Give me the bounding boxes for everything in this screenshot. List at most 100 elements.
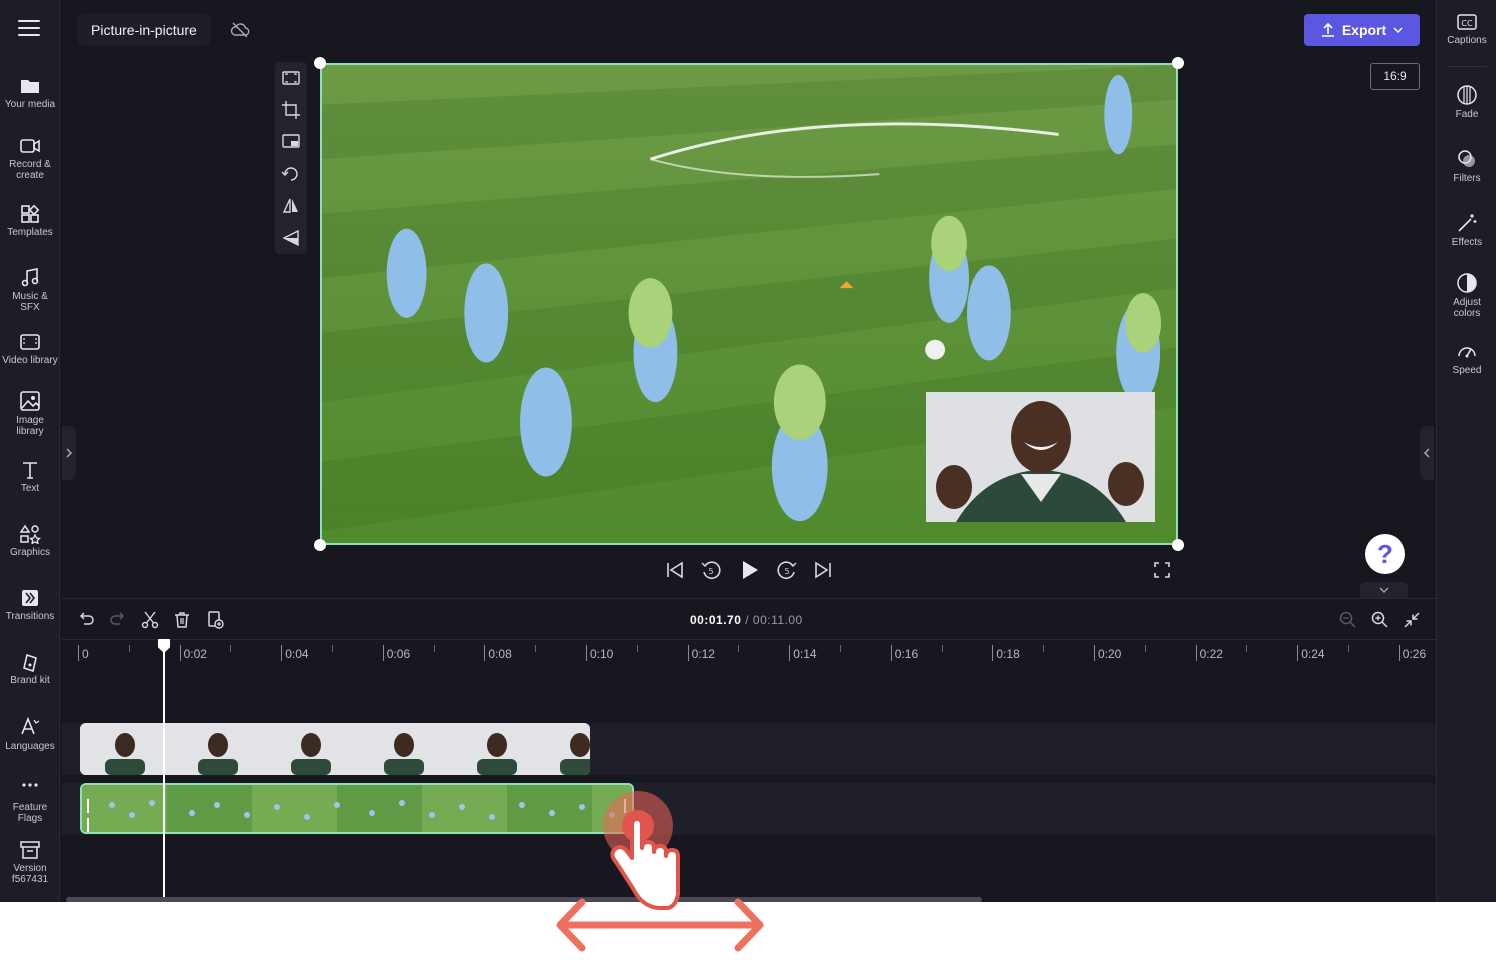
collapse-timeline-button[interactable] — [1360, 582, 1408, 598]
timeline-scrollbar[interactable] — [66, 897, 982, 902]
languages-icon — [21, 716, 40, 735]
nav-video-library[interactable]: Video library — [0, 332, 60, 366]
menu-icon[interactable] — [18, 20, 40, 38]
ruler-label: 0:12 — [691, 647, 715, 661]
pip-clip-thumbnails — [80, 723, 590, 775]
export-button[interactable]: Export — [1304, 14, 1420, 46]
nav-text[interactable]: Text — [0, 460, 60, 494]
ruler-minor-tick — [332, 645, 333, 652]
nav-label: Captions — [1447, 35, 1487, 46]
resize-handle-top-right[interactable] — [1172, 57, 1184, 69]
current-time: 00:01.70 — [690, 613, 742, 627]
ruler-label: 0:06 — [386, 647, 411, 661]
nav-label: Filters — [1453, 173, 1481, 184]
ruler-minor-tick — [941, 645, 943, 652]
svg-text:CC: CC — [1461, 19, 1473, 28]
nav-label: Text — [20, 483, 40, 494]
zoom-in-icon[interactable] — [1370, 610, 1390, 630]
ruler-label: 0:16 — [894, 647, 919, 661]
ruler-major-tick — [992, 645, 994, 661]
crop-icon[interactable] — [281, 100, 301, 120]
ruler-label: 0:10 — [590, 647, 614, 661]
timeline-ruler[interactable]: 0 0:02 0:04 0:06 0:08 0:10 0:12 0:14 0:16 0:18 0:2… — [62, 641, 1436, 667]
ruler-minor-tick — [840, 645, 841, 652]
nav-captions[interactable]: CC Captions — [1437, 12, 1496, 46]
ruler-label: 0:18 — [996, 647, 1020, 661]
delete-icon[interactable] — [172, 610, 192, 630]
flip-horizontal-icon[interactable] — [281, 196, 301, 216]
nav-filters[interactable]: Filters — [1437, 148, 1496, 184]
resize-handle-bottom-right[interactable] — [1172, 539, 1184, 551]
ruler-minor-tick — [1144, 645, 1146, 652]
contrast-icon — [1457, 273, 1477, 293]
clip-pip-video[interactable] — [80, 723, 590, 775]
redo-icon[interactable] — [108, 610, 128, 630]
cloud-off-icon[interactable] — [230, 20, 250, 40]
transitions-icon — [22, 590, 38, 606]
image-icon — [20, 391, 40, 411]
skip-to-end-icon[interactable] — [811, 558, 835, 582]
nav-record-create[interactable]: Record & create — [0, 136, 60, 181]
skip-to-start-icon[interactable] — [663, 558, 687, 582]
undo-icon[interactable] — [76, 610, 96, 630]
nav-label: Your media — [4, 99, 56, 110]
rewind-5s-icon[interactable]: 5 — [699, 558, 723, 582]
filters-icon — [1458, 150, 1475, 167]
help-button[interactable]: ? — [1365, 534, 1405, 574]
nav-label: Languages — [5, 741, 55, 752]
nav-fade[interactable]: Fade — [1437, 84, 1496, 120]
left-sidebar: Your media Record & create Templates Mus… — [0, 0, 60, 902]
preview-tool-strip — [275, 62, 307, 254]
ruler-major-tick — [179, 645, 181, 661]
ruler-label: 0:22 — [1199, 647, 1223, 661]
picture-in-picture-icon[interactable] — [281, 132, 301, 152]
ruler-minor-tick — [230, 645, 232, 652]
nav-brand-kit[interactable]: Brand kit — [0, 652, 60, 686]
nav-music-sfx[interactable]: Music & SFX — [0, 268, 60, 313]
nav-effects[interactable]: Effects — [1437, 212, 1496, 248]
brand-icon — [23, 653, 37, 672]
nav-transitions[interactable]: Transitions — [0, 588, 60, 622]
project-title[interactable]: Picture-in-picture — [78, 14, 210, 46]
ruler-major-tick — [78, 645, 79, 661]
film-icon — [20, 334, 40, 350]
text-icon — [23, 462, 37, 479]
ruler-minor-tick — [636, 645, 638, 652]
fullscreen-icon[interactable] — [1150, 558, 1174, 582]
flip-vertical-icon[interactable] — [281, 228, 301, 248]
person-cheering-image — [926, 392, 1155, 522]
playhead-line — [163, 639, 165, 901]
nav-label: Effects — [1451, 237, 1483, 248]
fit-icon[interactable] — [281, 68, 301, 88]
ruler-major-tick — [890, 645, 892, 661]
ruler-label: 0:08 — [488, 647, 512, 661]
resize-handle-bottom-left[interactable] — [314, 539, 326, 551]
split-scissors-icon[interactable] — [140, 610, 160, 630]
pip-video-overlay[interactable] — [926, 392, 1155, 522]
nav-speed[interactable]: Speed — [1437, 340, 1496, 376]
nav-adjust-colors[interactable]: Adjust colors — [1437, 272, 1496, 319]
export-label: Export — [1341, 22, 1387, 38]
play-icon[interactable] — [737, 558, 761, 582]
archive-icon — [20, 841, 40, 859]
nav-label: Speed — [1452, 365, 1482, 376]
nav-feature-flags[interactable]: Feature Flags — [0, 778, 60, 824]
duplicate-icon[interactable] — [205, 610, 225, 630]
total-time: 00:11.00 — [752, 613, 803, 627]
nav-languages[interactable]: Languages — [0, 716, 60, 752]
nav-image-library[interactable]: Image library — [0, 390, 60, 437]
nav-version[interactable]: Version f567431 — [0, 840, 60, 885]
fit-timeline-icon[interactable] — [1402, 610, 1422, 630]
folder-icon — [21, 80, 39, 93]
resize-handle-top-left[interactable] — [314, 57, 326, 69]
rotate-icon[interactable] — [281, 164, 301, 184]
left-panel-toggle[interactable] — [62, 426, 76, 480]
zoom-out-icon[interactable] — [1338, 610, 1358, 630]
nav-your-media[interactable]: Your media — [0, 76, 60, 110]
aspect-ratio-button[interactable]: 16:9 — [1370, 63, 1420, 90]
right-panel-toggle[interactable] — [1420, 426, 1434, 480]
nav-graphics[interactable]: Graphics — [0, 524, 60, 558]
trim-handle-left[interactable] — [87, 799, 93, 832]
nav-templates[interactable]: Templates — [0, 204, 60, 238]
forward-5s-icon[interactable]: 5 — [775, 558, 799, 582]
